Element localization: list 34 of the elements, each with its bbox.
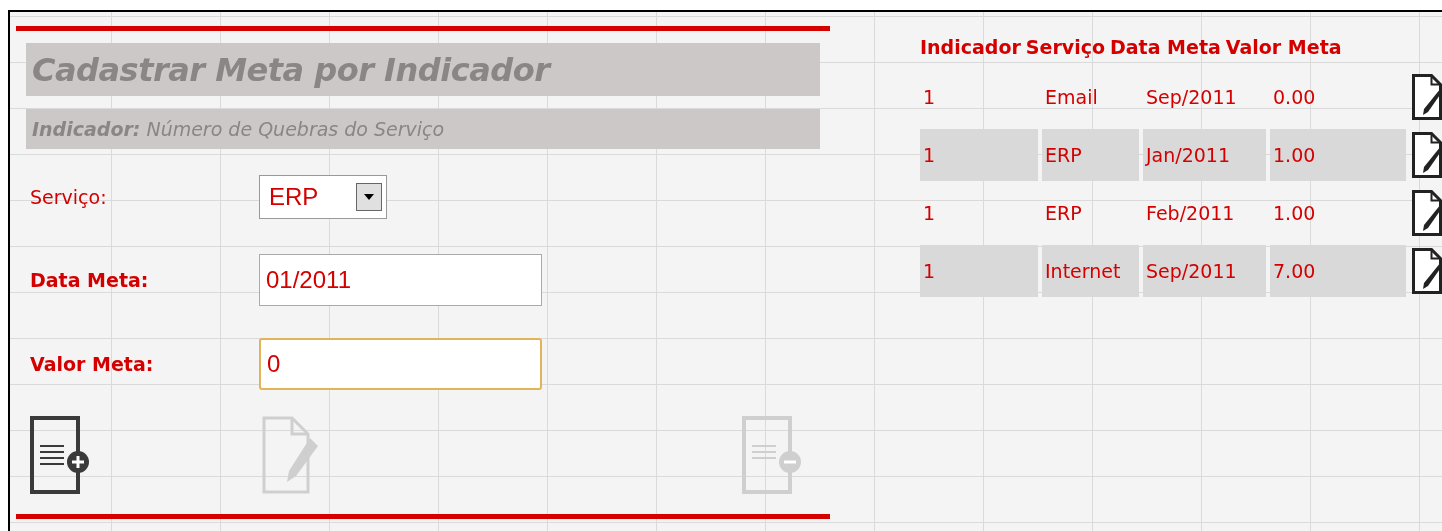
table-cell-text: 1 [922,200,937,226]
edit-document-icon[interactable] [1412,132,1442,178]
input-field[interactable]: 01/2011 [259,254,542,306]
table-cell: Internet [1042,245,1139,297]
table-cell: 1.00 [1270,129,1406,181]
table-cell: Jan/2011 [1143,129,1266,181]
table-cell-text: 1 [922,84,937,110]
table-cell: ERP [1042,129,1139,181]
table-cell: 7.00 [1270,245,1406,297]
service-select[interactable]: ERP [259,175,387,219]
table-cell-text: Sep/2011 [1145,84,1238,110]
table-cell-text: ERP [1044,200,1083,226]
edit-document-icon[interactable] [1412,74,1442,120]
add-document-icon[interactable] [30,416,92,494]
table-cell-text: 1.00 [1272,200,1317,226]
input-field[interactable]: 0 [259,338,542,390]
table-cell-text: Feb/2011 [1145,200,1236,226]
form-title: Cadastrar Meta por Indicador [26,43,820,96]
field-label: Serviço: [29,184,108,210]
edit-document-icon[interactable] [1412,248,1442,294]
table-cell: Sep/2011 [1143,245,1266,297]
edit-document-icon[interactable] [1412,190,1442,236]
indicator-value: Número de Quebras do Serviço [146,116,445,142]
table-cell-text: 0.00 [1272,84,1317,110]
table-cell-text: Email [1044,84,1099,110]
column-header: Valor Meta [1225,34,1342,60]
field-label: Valor Meta: [29,351,155,377]
column-header: Serviço [1025,34,1105,60]
table-cell: 1 [920,245,1038,297]
column-header: Data Meta [1110,34,1221,60]
table-cell: 1 [920,129,1038,181]
column-header: Indicador [920,34,1021,60]
indicator-label: Indicador: [32,116,141,142]
field-label: Data Meta: [29,267,150,293]
